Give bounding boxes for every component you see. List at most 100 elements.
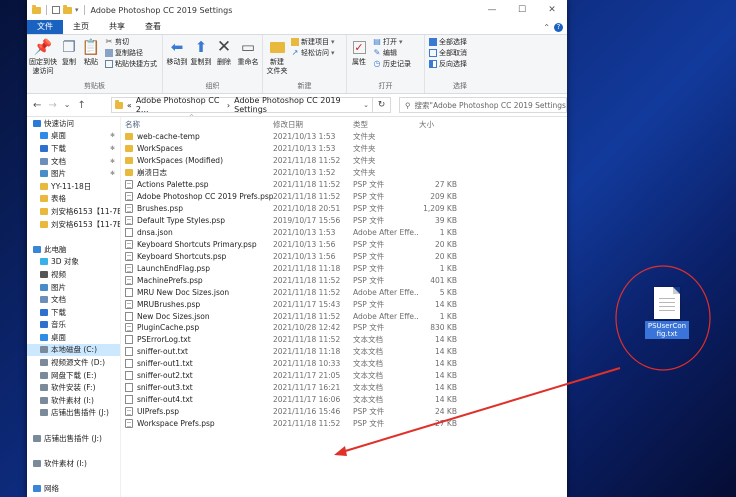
properties-icon[interactable] [52, 6, 60, 14]
file-row[interactable]: sniffer-out4.txt 2021/11/17 16:06 文本文档 14 K… [121, 394, 567, 406]
history-button[interactable]: ◷ 历史记录 [373, 59, 412, 69]
paste-shortcut-button[interactable]: 粘贴快捷方式 [105, 59, 157, 69]
nav-item[interactable]: 本地磁盘 (C:) [27, 343, 120, 357]
address-path[interactable]: « Adobe Photoshop CC 2... › Adobe Photos… [111, 96, 373, 114]
chevron-down-icon[interactable]: ⌄ [363, 101, 372, 109]
nav-item[interactable]: 网盘下载 (E:) [27, 369, 120, 382]
properties-button[interactable]: ✓ 属性 [349, 38, 369, 67]
file-row[interactable]: Default Type Styles.psp 2019/10/17 15:56 P… [121, 215, 567, 227]
tab-view[interactable]: 查看 [135, 20, 171, 34]
file-row[interactable]: UIPrefs.psp 2021/11/16 15:46 PSP 文件 24 KB [121, 406, 567, 418]
file-row[interactable]: sniffer-out1.txt 2021/11/18 10:33 文本文档 14 K… [121, 358, 567, 370]
copy-button[interactable]: ❐ 复制 [60, 38, 78, 67]
nav-item[interactable]: 下载 ✱ [27, 142, 120, 155]
maximize-button[interactable]: ☐ [507, 0, 537, 20]
file-row[interactable]: Keyboard Shortcuts Primary.psp 2021/10/13… [121, 238, 567, 250]
ribbon-collapse-icon[interactable]: ⌃ [543, 23, 550, 32]
up-arrow-icon[interactable]: ↑ [77, 100, 85, 111]
tab-share[interactable]: 共享 [99, 20, 135, 34]
open-button[interactable]: ▤ 打开 ▾ [373, 37, 402, 47]
cut-button[interactable]: ✂ 剪切 [105, 37, 129, 47]
back-arrow-icon[interactable]: ← [33, 100, 41, 111]
new-item-button[interactable]: 新建项目 ▾ [291, 37, 335, 47]
file-row[interactable]: WorkSpaces (Modified) 2021/11/18 11:52 文件夹 [121, 155, 567, 167]
file-row[interactable]: WorkSpaces 2021/10/13 1:53 文件夹 [121, 143, 567, 155]
file-row[interactable]: Brushes.psp 2021/10/18 20:51 PSP 文件 1,209 K… [121, 203, 567, 215]
file-row[interactable]: sniffer-out2.txt 2021/11/17 21:05 文本文档 14 K… [121, 370, 567, 382]
breadcrumb-current[interactable]: Adobe Photoshop CC 2019 Settings [234, 96, 359, 114]
move-to-button[interactable]: ⬅ 移动到 [166, 38, 188, 67]
paste-button[interactable]: 📋 粘贴 [82, 38, 101, 67]
select-all-button[interactable]: 全部选择 [429, 37, 467, 47]
nav-item[interactable]: 软件素材 (I:) [27, 394, 120, 407]
copy-path-button[interactable]: 复制路径 [105, 48, 143, 58]
file-row[interactable]: Keyboard Shortcuts.psp 2021/10/13 1:56 PSP… [121, 250, 567, 262]
file-row[interactable]: MRU New Doc Sizes.json 2021/11/18 11:52 Ad… [121, 286, 567, 298]
file-row[interactable]: PSErrorLog.txt 2021/11/18 11:52 文本文档 14 KB [121, 334, 567, 346]
nav-item[interactable]: 图片 [27, 281, 120, 294]
refresh-button[interactable]: ↻ [373, 97, 391, 113]
nav-item[interactable]: 店铺出售插件 (J:) [27, 432, 120, 445]
file-row[interactable]: sniffer-out.txt 2021/11/18 11:18 文本文档 14 KB [121, 346, 567, 358]
invert-selection-button[interactable]: 反向选择 [429, 59, 467, 69]
edit-button[interactable]: ✎ 编辑 [373, 48, 397, 58]
nav-item[interactable]: 文档 ✱ [27, 155, 120, 168]
nav-item[interactable]: 网络 [27, 482, 120, 495]
file-row[interactable]: PluginCache.psp 2021/10/28 12:42 PSP 文件 830… [121, 322, 567, 334]
new-folder-button[interactable]: 新建 文件夹 [266, 38, 288, 76]
file-row[interactable]: MachinePrefs.psp 2021/11/18 11:52 PSP 文件 40… [121, 274, 567, 286]
nav-item[interactable]: 桌面 [27, 331, 120, 344]
column-size[interactable]: 大小 [419, 119, 457, 130]
nav-item[interactable]: 图片 ✱ [27, 167, 120, 180]
nav-item[interactable]: 视频源文件 (D:) [27, 356, 120, 369]
select-none-button[interactable]: 全部取消 [429, 48, 467, 58]
breadcrumb-parent[interactable]: Adobe Photoshop CC 2... [136, 96, 223, 114]
recent-chevron-icon[interactable]: ⌄ [64, 100, 71, 111]
file-row[interactable]: web-cache-temp 2021/10/13 1:53 文件夹 [121, 131, 567, 143]
new-folder-icon[interactable] [63, 4, 72, 14]
search-input[interactable]: ⚲ 搜索"Adobe Photoshop CC 2019 Settings" [399, 97, 567, 113]
nav-item[interactable]: 软件素材 (I:) [27, 457, 120, 470]
help-icon[interactable]: ? [554, 22, 563, 32]
tab-file[interactable]: 文件 [27, 20, 63, 34]
tab-home[interactable]: 主页 [63, 20, 99, 34]
desktop-file-icon[interactable]: PSUserConfig.txt [644, 287, 690, 339]
nav-item[interactable]: 快速访问 [27, 117, 120, 130]
delete-button[interactable]: ✕ 删除 [215, 38, 233, 67]
nav-item[interactable]: 表格 [27, 193, 120, 206]
nav-item[interactable]: 下载 [27, 306, 120, 319]
file-row[interactable]: LaunchEndFlag.psp 2021/11/18 11:18 PSP 文件 1… [121, 262, 567, 274]
minimize-button[interactable]: — [477, 0, 507, 20]
nav-item[interactable]: 此电脑 [27, 243, 120, 256]
copy-to-button[interactable]: ⬆ 复制到 [190, 38, 212, 67]
file-name: WorkSpaces (Modified) [137, 156, 223, 166]
nav-item[interactable]: 音乐 [27, 319, 120, 332]
column-date[interactable]: 修改日期 [273, 119, 353, 130]
close-button[interactable]: ✕ [537, 0, 567, 20]
file-row[interactable]: New Doc Sizes.json 2021/11/18 11:52 Adobe … [121, 310, 567, 322]
file-name-cell: Keyboard Shortcuts.psp [121, 251, 273, 261]
customize-dropdown-icon[interactable]: ▾ [75, 6, 79, 14]
file-row[interactable]: MRUBrushes.psp 2021/11/17 15:43 PSP 文件 14 K… [121, 298, 567, 310]
file-row[interactable]: Workspace Prefs.psp 2021/11/18 11:52 PSP 文… [121, 418, 567, 430]
nav-item[interactable]: 店铺出售插件 (J:) [27, 407, 120, 420]
file-row[interactable]: sniffer-out3.txt 2021/11/17 16:21 文本文档 14 K… [121, 382, 567, 394]
column-type[interactable]: 类型 [353, 119, 419, 130]
column-name[interactable]: 名称 [121, 119, 273, 130]
nav-item[interactable]: 3D 对象 [27, 256, 120, 269]
easy-access-button[interactable]: ↗ 轻松访问 ▾ [291, 48, 335, 58]
file-row[interactable]: dnsa.json 2021/10/13 1:53 Adobe After Effe… [121, 227, 567, 239]
file-row[interactable]: Adobe Photoshop CC 2019 Prefs.psp 2021/11… [121, 191, 567, 203]
file-row[interactable]: Actions Palette.psp 2021/11/18 11:52 PSP 文… [121, 179, 567, 191]
nav-item[interactable]: 软件安装 (F:) [27, 381, 120, 394]
rename-button[interactable]: ▭ 重命名 [236, 38, 260, 67]
nav-item[interactable]: 视频 [27, 268, 120, 281]
nav-item[interactable]: 文档 [27, 293, 120, 306]
nav-item[interactable]: YY-11-18日 [27, 180, 120, 193]
nav-item[interactable]: 桌面 ✱ [27, 130, 120, 143]
file-row[interactable]: 崩溃日志 2021/10/13 1:52 文件夹 [121, 167, 567, 179]
pin-to-quick-access-button[interactable]: 📌 固定到快 速访问 [29, 38, 57, 76]
nav-item[interactable]: 刘安格6153【11-7E [27, 205, 120, 218]
nav-item[interactable]: 刘安格6153【11-7E [27, 218, 120, 231]
forward-arrow-icon[interactable]: → [48, 100, 56, 111]
